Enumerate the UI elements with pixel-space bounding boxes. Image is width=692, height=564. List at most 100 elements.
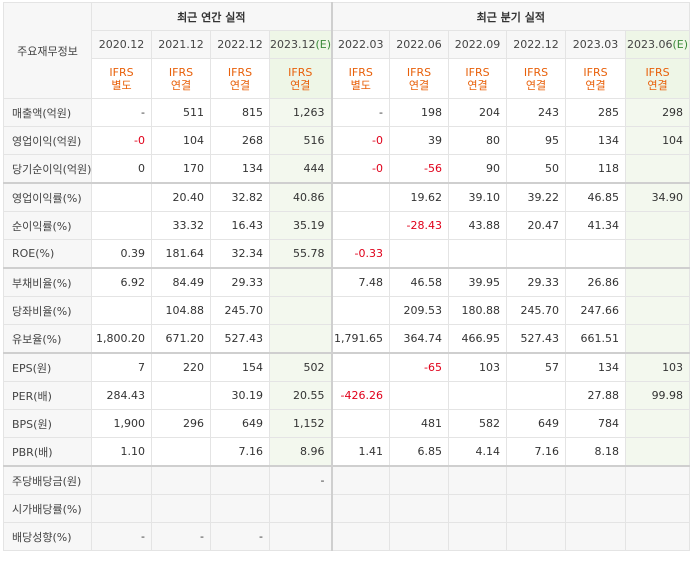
table-cell (91, 494, 152, 523)
table-cell: 7.16 (210, 437, 270, 467)
table-cell: 33.32 (151, 211, 211, 240)
table-row: 매출액(억원) -511 815 1,263-198 204 243 285 298 (3, 98, 691, 127)
table-cell: 134 (565, 126, 627, 155)
table-cell: 43.88 (448, 211, 508, 240)
period-header-row: 2020.12 2021.12 2022.12 2023.12(E) 2022.03 20… (4, 30, 691, 59)
table-row: ROE(%) 0.39 181.64 32.34 55.78 -0.33 (3, 239, 691, 269)
table-row: 주당배당금(원) - (3, 465, 691, 495)
table-cell: -0 (330, 126, 391, 155)
table-cell (389, 494, 450, 523)
table-cell (330, 352, 391, 382)
table-cell: 466.95 (448, 324, 508, 354)
table-cell: -0 (91, 126, 152, 155)
table-row: EPS(원) 7 220 154 502 -65 103 57 134 103 (3, 352, 691, 382)
consolidation-type: 별도 (111, 78, 132, 92)
table-cell (268, 267, 333, 297)
table-cell (565, 494, 627, 523)
estimate-marker: (E) (315, 38, 332, 51)
table-cell: 26.86 (565, 267, 627, 297)
table-cell (268, 324, 333, 354)
table-cell (268, 522, 333, 551)
table-cell (389, 465, 450, 495)
table-cell: 7 (91, 352, 152, 382)
period-header: 2022.06 (389, 30, 450, 59)
consolidation-type: 연결 (647, 78, 668, 92)
table-cell: 103 (625, 352, 691, 382)
table-cell (151, 437, 211, 467)
table-cell: 511 (151, 98, 211, 127)
period-header: 2022.03 (330, 30, 391, 59)
table-cell: 29.33 (506, 267, 567, 297)
table-cell: 39.22 (506, 182, 567, 212)
accounting-type-header: IFRS 연결 (389, 58, 450, 99)
table-cell: 4.14 (448, 437, 508, 467)
table-cell (330, 211, 391, 240)
row-label: 당기순이익(억원) (3, 154, 92, 184)
row-label: 매출액(억원) (3, 98, 92, 127)
table-cell (268, 296, 333, 325)
table-cell: 444 (268, 154, 333, 184)
accounting-standard: IFRS (523, 65, 549, 79)
table-cell: 180.88 (448, 296, 508, 325)
period-header: 2021.12 (151, 30, 211, 59)
accounting-type-header: IFRS 별도 (91, 58, 152, 99)
table-cell: 27.88 (565, 381, 627, 410)
period-header: 2022.12 (506, 30, 567, 59)
row-label: 주당배당금(원) (3, 465, 92, 495)
table-cell (448, 381, 508, 410)
table-row: BPS(원) 1,900 296 649 1,152 481 582 649 784 (3, 409, 691, 438)
table-cell (151, 465, 211, 495)
row-label: PER(배) (3, 381, 92, 410)
accounting-type-header: IFRS 별도 (330, 58, 391, 99)
accounting-standard: IFRS (227, 65, 253, 79)
table-cell: 90 (448, 154, 508, 184)
table-cell: 95 (506, 126, 567, 155)
financial-rows: 매출액(억원) -511 815 1,263-198 204 243 285 298 영업이익(… (3, 98, 691, 551)
table-cell (625, 267, 691, 297)
consolidation-type: 연결 (467, 78, 488, 92)
table-cell (91, 182, 152, 212)
table-cell: 46.58 (389, 267, 450, 297)
table-cell (210, 465, 270, 495)
row-label: EPS(원) (3, 352, 92, 382)
table-cell (625, 465, 691, 495)
table-cell (625, 494, 691, 523)
table-cell (389, 522, 450, 551)
table-cell (151, 381, 211, 410)
table-cell: 134 (565, 352, 627, 382)
table-cell (506, 522, 567, 551)
table-cell: 245.70 (210, 296, 270, 325)
table-cell: 118 (565, 154, 627, 184)
quarterly-group-header: 최근 분기 실적 (330, 2, 691, 31)
table-cell (330, 522, 391, 551)
table-cell: 502 (268, 352, 333, 382)
table-cell: 32.82 (210, 182, 270, 212)
accounting-type-header: IFRS 연결 (210, 58, 270, 99)
table-cell: -0 (330, 154, 391, 184)
table-cell: 649 (210, 409, 270, 438)
table-cell: 55.78 (268, 239, 333, 269)
table-cell: 34.90 (625, 182, 691, 212)
row-label: 영업이익(억원) (3, 126, 92, 155)
accounting-standard: IFRS (406, 65, 432, 79)
accounting-type-row: IFRS 별도 IFRS 연결 IFRS 연결 IFRS 연결 IFRS 별도 IFRS 연결 IFRS… (4, 58, 691, 99)
consolidation-type: 연결 (229, 78, 251, 92)
table-cell (625, 154, 691, 184)
table-cell (625, 239, 691, 269)
table-cell (448, 465, 508, 495)
table-cell: 104 (151, 126, 211, 155)
table-row: 순이익률(%) 33.32 16.43 35.19 -28.43 43.88 20.47 41… (3, 211, 691, 240)
table-cell (268, 494, 333, 523)
period-label: 2022.06 (396, 38, 442, 51)
period-header: 2020.12 (91, 30, 152, 59)
table-cell: 0 (91, 154, 152, 184)
table-cell (91, 296, 152, 325)
table-row: PBR(배) 1.10 7.16 8.96 1.41 6.85 4.14 7.16 8.18 (3, 437, 691, 467)
period-label: 2022.12 (217, 38, 263, 51)
accounting-standard: IFRS (465, 65, 490, 79)
table-cell: 204 (448, 98, 508, 127)
consolidation-type: 연결 (525, 78, 547, 92)
table-cell: 16.43 (210, 211, 270, 240)
consolidation-type: 연결 (290, 78, 311, 92)
table-cell: 198 (389, 98, 450, 127)
